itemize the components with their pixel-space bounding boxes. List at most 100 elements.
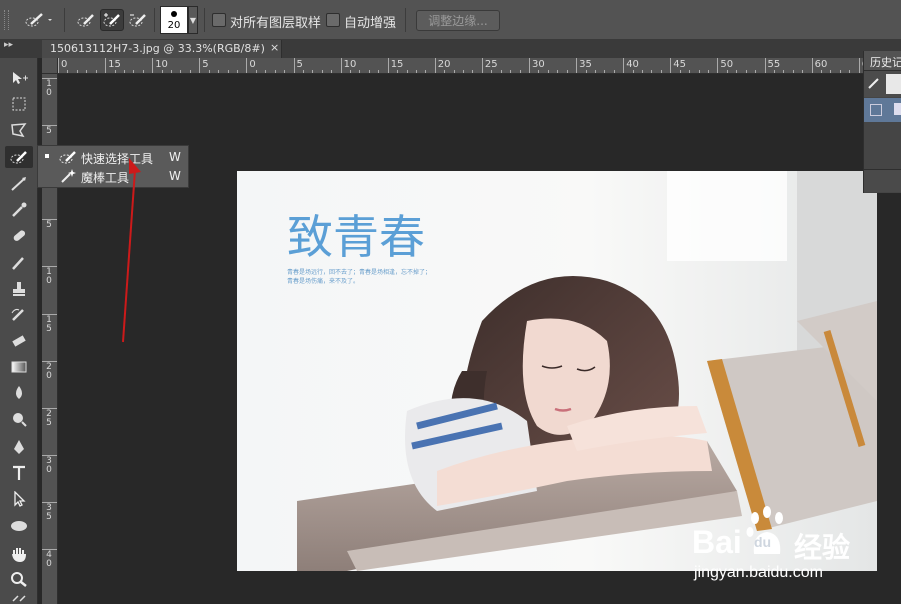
pen-tool[interactable] [5,436,33,458]
eyedropper-tool[interactable] [5,199,33,221]
move-icon [13,72,28,84]
ruler-tick [42,360,57,362]
tool-preset-button[interactable] [20,9,56,31]
pen-icon [14,440,24,454]
ruler-minor-tick [566,70,568,73]
ruler-label: 15 [108,59,121,70]
ruler-minor-tick [755,70,757,73]
ruler-tick [717,58,719,73]
ruler-label: 15 [46,314,52,334]
brush-size-dropdown[interactable]: ▼ [188,6,198,34]
ruler-minor-tick [510,70,512,73]
ruler-tick [42,313,57,315]
ruler-tick [811,58,813,73]
ruler-label: 5 [296,59,303,70]
ruler-label: 0 [61,59,68,70]
blur-tool[interactable] [5,382,33,404]
document-icon [894,103,901,115]
watermark-paw-text: du [754,534,772,550]
ruler-tick [764,58,766,73]
watermark-url: jingyan.baidu.com [694,564,823,581]
ruler-label: 10 [46,79,52,98]
ruler-minor-tick [585,70,587,73]
new-selection-button[interactable] [74,9,98,31]
ruler-tick [42,501,57,503]
zoom-tool[interactable] [5,568,33,590]
flyout-item-quick-selection[interactable]: 快速选择工具 W [38,148,188,167]
clone-stamp-tool[interactable] [5,278,33,300]
ruler-label: 35 [46,502,52,522]
quick-selection-tool[interactable] [5,146,33,168]
ruler-minor-tick [802,70,804,73]
ruler-minor-tick [425,70,427,73]
add-to-selection-icon [103,13,120,27]
history-brush-tool[interactable] [5,304,33,326]
panel-collapse-icon[interactable]: ▸▸ [4,40,13,50]
eraser-icon [12,335,26,347]
ruler-tick [340,58,342,73]
crop-tool[interactable] [5,173,33,195]
ruler-minor-tick [500,70,502,73]
blur-icon [16,386,22,399]
add-to-selection-button[interactable] [100,9,124,31]
ruler-minor-tick [114,70,116,73]
ruler-minor-tick [189,70,191,73]
ruler-minor-tick [707,70,709,73]
ruler-minor-tick [321,70,323,73]
swap-colors-icon[interactable] [5,592,33,604]
path-selection-tool[interactable] [5,488,33,510]
marquee-tool[interactable] [5,93,33,115]
ruler-minor-tick [67,70,69,73]
history-checkbox[interactable] [870,104,882,116]
crop-icon [11,177,26,191]
brush-tool[interactable] [5,252,33,274]
ruler-minor-tick [350,70,352,73]
zoom-icon [11,572,27,587]
ruler-minor-tick [284,70,286,73]
ruler-minor-tick [86,70,88,73]
photo-subtitle-line2: 青春是场伤痛，来不及了。 [287,277,359,285]
history-snapshot-row[interactable] [864,71,901,97]
ruler-label: 40 [626,59,639,70]
new-selection-icon [77,14,94,27]
auto-enhance-checkbox[interactable] [326,13,340,27]
close-tab-icon[interactable]: × [270,41,279,54]
hand-icon [12,548,26,562]
hand-tool[interactable] [5,543,33,565]
history-panel-title[interactable]: 历史记 [870,54,901,70]
lasso-icon [11,123,27,138]
history-panel-footer [864,169,901,192]
ruler-minor-tick [519,70,521,73]
flyout-item-magic-wand[interactable]: 魔棒工具 W [38,167,188,186]
baidu-jingyan-watermark: Bai du 经验 jingyan.baidu.com [690,504,880,588]
ruler-minor-tick [821,70,823,73]
clone-stamp-icon [13,282,25,296]
ruler-minor-tick [604,70,606,73]
ruler-minor-tick [736,70,738,73]
ruler-minor-tick [274,70,276,73]
eraser-tool[interactable] [5,330,33,352]
gradient-tool[interactable] [5,356,33,378]
ruler-label: 30 [46,455,52,475]
document-tab[interactable]: 150613112H7-3.jpg @ 33.3%(RGB/8#) × [42,40,282,58]
subtract-from-selection-button[interactable] [126,9,150,31]
refine-edge-button[interactable]: 调整边缘... [416,10,500,31]
brush-size-picker[interactable]: 20 [160,6,188,34]
brush-tip-icon [171,11,177,17]
history-state-row[interactable] [864,98,901,122]
healing-brush-tool[interactable] [5,225,33,247]
lasso-tool[interactable] [5,119,33,141]
dodge-tool[interactable] [5,408,33,430]
ruler-minor-tick [368,70,370,73]
type-tool[interactable] [5,462,33,484]
type-icon [13,465,25,480]
history-panel-header: 历史记 [864,51,901,71]
brush-size-value: 20 [167,20,181,31]
move-tool[interactable] [5,67,33,89]
sample-all-layers-checkbox[interactable] [212,13,226,27]
tools-panel [0,58,38,604]
options-bar: 20 ▼ 对所有图层取样 自动增强 调整边缘... [0,0,901,40]
ellipse-tool[interactable] [5,515,33,537]
ruler-tick [42,219,57,221]
ruler-minor-tick [312,70,314,73]
